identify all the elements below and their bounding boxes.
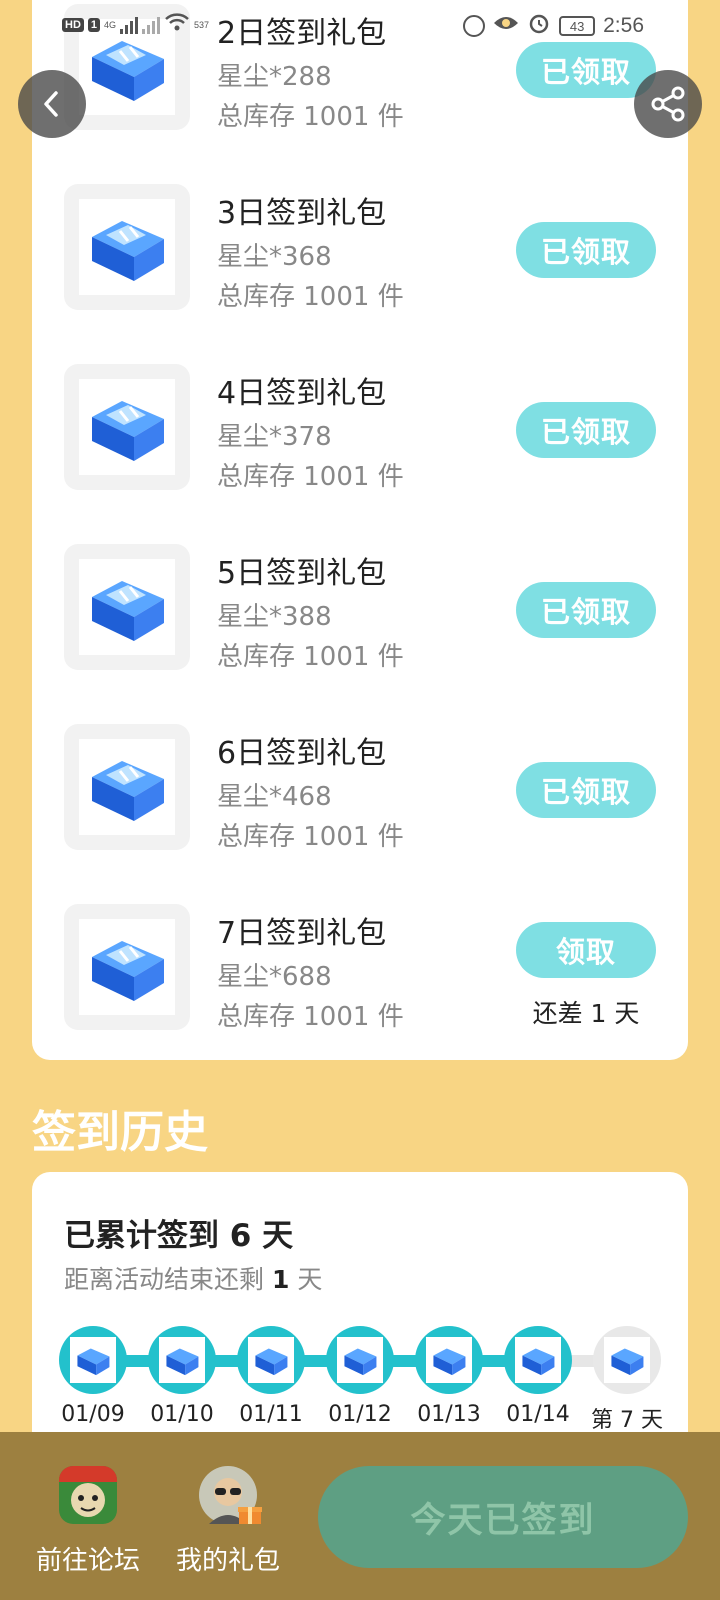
- claimed-button[interactable]: 已领取: [516, 42, 656, 98]
- forum-label: 前往论坛: [35, 1546, 140, 1576]
- gift-thumbnail: [64, 544, 190, 670]
- day-node: [59, 1326, 127, 1394]
- gift-title: 4日签到礼包: [217, 376, 387, 411]
- gift-row: 5日签到礼包 星尘*388 总库存 1001 件 已领取: [32, 544, 688, 674]
- days-remaining-note: 还差 1 天: [532, 999, 640, 1028]
- remain-days: 1: [271, 1265, 290, 1294]
- total-suffix: 天: [262, 1218, 294, 1254]
- gift-title: 3日签到礼包: [217, 196, 387, 231]
- gift-thumbnail: [64, 364, 190, 490]
- status-left: HD 1 4G 537: [62, 12, 209, 37]
- day-node: [504, 1326, 572, 1394]
- gift-reward: 星尘*288: [217, 62, 332, 92]
- claimed-button[interactable]: 已领取: [516, 222, 656, 278]
- treasure-chest-icon: [92, 941, 164, 1001]
- signal-2-icon: [142, 16, 161, 34]
- my-gifts-label: 我的礼包: [175, 1546, 280, 1576]
- history-heading: 签到历史: [32, 1107, 208, 1158]
- forum-link[interactable]: 前往论坛: [18, 1466, 158, 1577]
- battery-indicator: 43: [559, 16, 596, 36]
- day-label: 01/09: [61, 1402, 125, 1427]
- day-node: [326, 1326, 394, 1394]
- treasure-chest-icon: [166, 1348, 199, 1376]
- share-icon: [651, 86, 685, 122]
- gift-stock: 总库存 1001 件: [217, 642, 404, 672]
- day-node-pending: [593, 1326, 661, 1394]
- gift-reward: 星尘*468: [217, 782, 332, 812]
- share-button[interactable]: [634, 70, 702, 138]
- gift-thumbnail: [64, 184, 190, 310]
- alarm-icon: [527, 11, 551, 41]
- gift-title: 5日签到礼包: [217, 556, 387, 591]
- my-gifts-link[interactable]: 我的礼包: [158, 1466, 298, 1577]
- day-label: 01/10: [150, 1402, 214, 1427]
- treasure-chest-icon: [92, 581, 164, 641]
- gift-thumbnail: [64, 904, 190, 1030]
- treasure-chest-icon: [255, 1348, 288, 1376]
- gift-stock: 总库存 1001 件: [217, 102, 404, 132]
- gift-reward: 星尘*378: [217, 422, 332, 452]
- history-card: 已累计签到 6 天 距离活动结束还剩 1 天 01/09 01/10 01/11…: [32, 1172, 688, 1472]
- back-button[interactable]: [18, 70, 86, 138]
- network-speed: 537: [194, 19, 210, 30]
- day-label: 01/13: [417, 1402, 481, 1427]
- gift-row: 6日签到礼包 星尘*468 总库存 1001 件 已领取: [32, 724, 688, 854]
- gift-reward: 星尘*388: [217, 602, 332, 632]
- treasure-chest-icon: [77, 1348, 110, 1376]
- day-label: 01/12: [328, 1402, 392, 1427]
- bottom-bar: 前往论坛 我的礼包 今天已签到: [0, 1432, 720, 1600]
- signed-today-button[interactable]: 今天已签到: [318, 1466, 688, 1568]
- gift-title: 7日签到礼包: [217, 916, 387, 951]
- day-node: [148, 1326, 216, 1394]
- remaining-days: 距离活动结束还剩 1 天: [64, 1260, 322, 1296]
- gift-icon: [238, 1507, 262, 1524]
- treasure-chest-icon: [92, 221, 164, 281]
- remain-suffix: 天: [297, 1265, 323, 1294]
- treasure-chest-icon: [611, 1348, 644, 1376]
- remain-prefix: 距离活动结束还剩: [64, 1265, 265, 1294]
- gift-stock: 总库存 1001 件: [217, 462, 404, 492]
- clock: 2:56: [603, 14, 644, 37]
- gift-row: 3日签到礼包 星尘*368 总库存 1001 件 已领取: [32, 184, 688, 314]
- claimed-button[interactable]: 已领取: [516, 762, 656, 818]
- signal-icon: [120, 16, 139, 34]
- claimed-button[interactable]: 已领取: [516, 582, 656, 638]
- day-label: 第 7 天: [591, 1408, 663, 1433]
- wifi-icon: [164, 12, 190, 37]
- gift-reward: 星尘*368: [217, 242, 332, 272]
- gift-row: 7日签到礼包 星尘*688 总库存 1001 件 领取 还差 1 天: [32, 904, 688, 1034]
- treasure-chest-icon: [92, 761, 164, 821]
- chevron-left-icon: [44, 91, 58, 117]
- total-signins: 已累计签到 6 天: [64, 1210, 293, 1255]
- gift-thumbnail: [64, 724, 190, 850]
- status-bar: HD 1 4G 537 43 2:56: [0, 0, 720, 50]
- day-node: [237, 1326, 305, 1394]
- gift-stock: 总库存 1001 件: [217, 822, 404, 852]
- eye-icon: [493, 14, 519, 38]
- treasure-chest-icon: [344, 1348, 377, 1376]
- user-avatar: [199, 1466, 262, 1524]
- sim-badge: 1: [87, 17, 101, 32]
- treasure-chest-icon: [92, 401, 164, 461]
- gift-title: 6日签到礼包: [217, 736, 387, 771]
- gift-stock: 总库存 1001 件: [217, 1002, 404, 1032]
- day-label: 01/14: [506, 1402, 570, 1427]
- treasure-chest-icon: [522, 1348, 555, 1376]
- data-saver-icon: [463, 15, 486, 37]
- gift-row: 4日签到礼包 星尘*378 总库存 1001 件 已领取: [32, 364, 688, 494]
- gift-stock: 总库存 1001 件: [217, 282, 404, 312]
- total-days: 6: [229, 1218, 252, 1254]
- day-node: [415, 1326, 483, 1394]
- claim-button[interactable]: 领取: [516, 922, 656, 978]
- game-avatar-icon: [59, 1466, 117, 1524]
- status-right: 43 2:56: [463, 11, 644, 41]
- day-label: 01/11: [239, 1402, 303, 1427]
- total-prefix: 已累计签到: [64, 1218, 219, 1254]
- hd-badge: HD: [62, 17, 84, 32]
- treasure-chest-icon: [433, 1348, 466, 1376]
- gift-list: 2日签到礼包 星尘*288 总库存 1001 件 已领取 3日签到礼包 星尘*3…: [32, 0, 688, 1060]
- claimed-button[interactable]: 已领取: [516, 402, 656, 458]
- network-type: 4G: [104, 19, 117, 30]
- gift-reward: 星尘*688: [217, 962, 332, 992]
